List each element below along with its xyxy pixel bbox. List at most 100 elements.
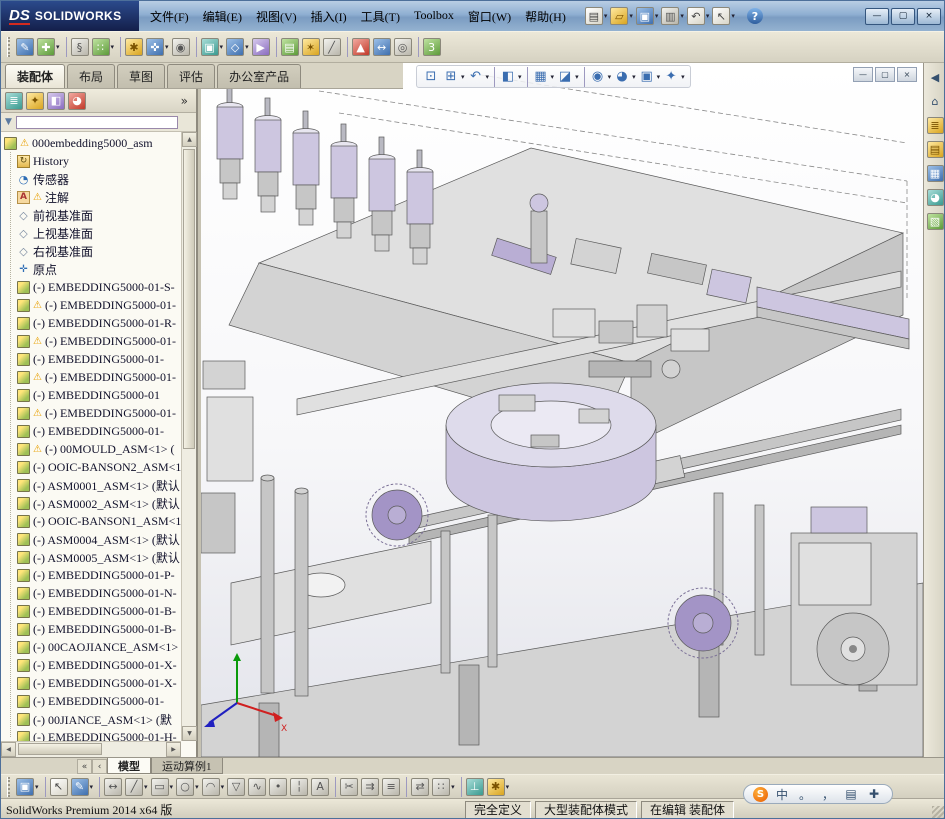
help-icon[interactable]: ? (747, 8, 763, 24)
clearance-verification-icon[interactable]: ↔ ▾ (373, 38, 391, 56)
tree-item[interactable]: (-) EMBEDDING5000-01- (4, 368, 181, 386)
polygon-icon[interactable]: ▽ ▾ (227, 778, 245, 796)
tree-item[interactable]: (-) OOIC-BANSON2_ASM<1 (4, 458, 181, 476)
tree-item[interactable]: (-) EMBEDDING5000-01-N- (4, 584, 181, 602)
featuremanager-tab-icon[interactable]: ≣ (5, 92, 23, 110)
dropdown-arrow-icon[interactable]: ▾ (144, 783, 148, 791)
menu-item[interactable]: 视图(V) (249, 4, 304, 29)
scrollbar-thumb[interactable] (18, 743, 102, 755)
zoom-area-icon[interactable]: ⊞ ▾ (442, 68, 465, 86)
hole-alignment-icon[interactable]: ◎ ▾ (394, 38, 412, 56)
show-hidden-components-icon[interactable]: ◉ ▾ (172, 38, 190, 56)
tree-item[interactable]: (-) ASM0005_ASM<1> (默认 (4, 548, 181, 566)
dropdown-arrow-icon[interactable]: ▾ (451, 783, 455, 791)
instant3d-icon[interactable]: 3 ▾ (415, 37, 441, 57)
propertymanager-tab-icon[interactable]: ✦ (26, 92, 44, 110)
tree-item[interactable]: (-) EMBEDDING5000-01-R- (4, 314, 181, 332)
ime-toolbox-icon[interactable]: ✚ (865, 785, 883, 803)
mirror-entities-icon[interactable]: ⇄ ▾ (403, 777, 429, 797)
dropdown-arrow-icon[interactable]: ▾ (90, 783, 94, 791)
tree-item[interactable]: (-) 00CAOJIANCE_ASM<1> (4, 638, 181, 656)
dropdown-arrow-icon[interactable]: ▾ (56, 43, 60, 51)
dropdown-arrow-icon[interactable]: ▾ (111, 43, 115, 51)
dropdown-arrow-icon[interactable]: ▾ (632, 73, 636, 81)
edit-component-icon[interactable]: ✎ ▾ (16, 38, 34, 56)
scroll-down-icon[interactable] (182, 726, 197, 741)
text-icon[interactable]: A ▾ (311, 778, 329, 796)
view-settings-icon[interactable]: ✦ ▾ (662, 68, 685, 86)
tree-item[interactable]: (-) EMBEDDING5000-01- (4, 422, 181, 440)
tree-horizontal-scrollbar[interactable] (1, 741, 181, 757)
previous-view-icon[interactable]: ↶ ▾ (467, 68, 490, 86)
dropdown-arrow-icon[interactable]: ▾ (655, 12, 659, 20)
point-icon[interactable]: • ▾ (269, 778, 287, 796)
reference-geometry-icon[interactable]: ◇ ▾ (226, 38, 249, 56)
custom-properties-icon[interactable]: ▧ (927, 213, 944, 230)
dropdown-arrow-icon[interactable]: ▾ (461, 73, 465, 81)
rectangle-icon[interactable]: ▭ ▾ (151, 778, 174, 796)
panel-splitter[interactable] (197, 89, 201, 757)
dropdown-arrow-icon[interactable]: ▾ (680, 12, 684, 20)
menu-item[interactable]: 编辑(E) (196, 4, 249, 29)
display-style-icon[interactable]: ◪ ▾ (556, 68, 579, 86)
dropdown-arrow-icon[interactable]: ▾ (731, 12, 735, 20)
explode-line-sketch-icon[interactable]: ╱ ▾ (323, 38, 341, 56)
tree-item[interactable]: (-) EMBEDDING5000-01- (4, 296, 181, 314)
dropdown-arrow-icon[interactable]: ▾ (629, 12, 633, 20)
dropdown-arrow-icon[interactable]: ▾ (706, 12, 710, 20)
smart-fasteners-icon[interactable]: ✱ ▾ (117, 37, 143, 57)
doc-restore-button[interactable]: ▢ (875, 67, 895, 82)
quick-snaps-icon[interactable]: ✱ ▾ (487, 778, 510, 796)
manager-tabs-overflow-chevron[interactable]: » (181, 94, 192, 108)
mate-icon[interactable]: § ▾ (63, 37, 89, 57)
tree-item[interactable]: History (4, 152, 181, 170)
task-pane-collapse-icon[interactable]: ◀ (927, 69, 944, 86)
graphics-viewport[interactable]: X (201, 63, 923, 757)
smart-dimension-icon[interactable]: ↔ ▾ (96, 777, 122, 797)
tree-root-item[interactable]: 000embedding5000_asm (4, 134, 181, 152)
scroll-right-icon[interactable] (166, 742, 181, 757)
move-component-icon[interactable]: ✜ ▾ (146, 38, 169, 56)
linear-sketch-pattern-icon[interactable]: ∷ ▾ (432, 778, 455, 796)
document-tab[interactable]: 模型 (107, 758, 151, 774)
tree-item[interactable]: 前视基准面 (4, 206, 181, 224)
open-icon[interactable]: ▱ ▾ (610, 7, 633, 25)
command-tab[interactable]: 布局 (67, 64, 115, 88)
circle-icon[interactable]: ○ ▾ (176, 778, 199, 796)
configurationmanager-tab-icon[interactable]: ◧ (47, 92, 65, 110)
view-palette-icon[interactable]: ▦ (927, 165, 944, 182)
scrollbar-thumb[interactable] (183, 149, 195, 449)
close-button[interactable]: × (917, 8, 941, 25)
edit-appearance-icon[interactable]: ◕ ▾ (613, 68, 636, 86)
dropdown-arrow-icon[interactable]: ▾ (221, 783, 225, 791)
menu-item[interactable]: 帮助(H) (518, 4, 573, 29)
toolbar-grip[interactable] (7, 777, 10, 797)
arc-icon[interactable]: ◠ ▾ (202, 778, 225, 796)
trim-entities-icon[interactable]: ✂ ▾ (332, 777, 358, 797)
centerline-icon[interactable]: ╎ ▾ (290, 778, 308, 796)
command-tab[interactable]: 草图 (117, 64, 165, 88)
tree-vertical-scrollbar[interactable] (181, 132, 196, 741)
menu-item[interactable]: 插入(I) (304, 4, 354, 29)
doc-minimize-button[interactable]: — (853, 67, 873, 82)
tree-item[interactable]: 原点 (4, 260, 181, 278)
undo-icon[interactable]: ↶ ▾ (687, 7, 710, 25)
tree-item[interactable]: (-) EMBEDDING5000-01- (4, 692, 181, 710)
soft-keyboard-icon[interactable]: ▤ (842, 785, 860, 803)
dropdown-arrow-icon[interactable]: ▾ (575, 73, 579, 81)
tree-item[interactable]: (-) 00MOULD_ASM<1> ( (4, 440, 181, 458)
maximize-button[interactable]: ▢ (891, 8, 915, 25)
displaymanager-tab-icon[interactable]: ◕ (68, 92, 86, 110)
dropdown-arrow-icon[interactable]: ▾ (245, 43, 249, 51)
zoom-fit-icon[interactable]: ⊡ ▾ (422, 68, 440, 86)
fullwidth-icon[interactable]: ， (819, 785, 837, 803)
dropdown-arrow-icon[interactable]: ▾ (657, 73, 661, 81)
minimize-button[interactable]: — (865, 8, 889, 25)
command-tab[interactable]: 办公室产品 (217, 64, 301, 88)
new-motion-study-icon[interactable]: ▶ ▾ (252, 38, 270, 56)
document-tab[interactable]: 运动算例1 (151, 758, 223, 774)
design-library-icon[interactable]: ≣ (927, 117, 944, 134)
appearances-icon[interactable]: ◕ (927, 189, 944, 206)
insert-components-icon[interactable]: ✚ ▾ (37, 38, 60, 56)
dropdown-arrow-icon[interactable]: ▾ (170, 783, 174, 791)
